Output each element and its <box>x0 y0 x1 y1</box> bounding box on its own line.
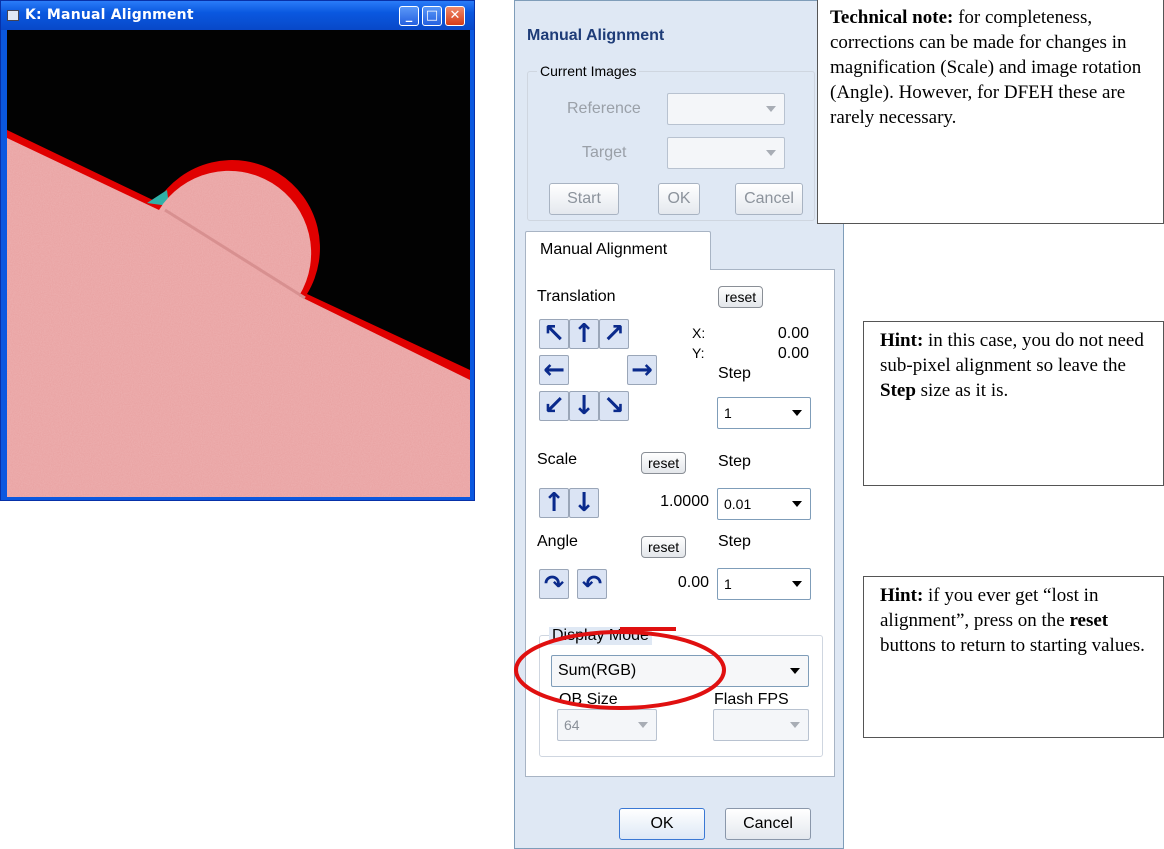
technical-note: Technical note: for completeness, correc… <box>817 0 1164 224</box>
hint-reset-bold-word: reset <box>1069 610 1109 631</box>
hint-reset-heading: Hint: <box>880 585 924 606</box>
hint-step-heading: Hint: <box>880 330 924 351</box>
hint-reset-text2: buttons to return to starting values. <box>880 635 1145 656</box>
hint-step-text2: size as it is. <box>915 380 1009 401</box>
technical-note-heading: Technical note: <box>830 7 954 28</box>
hint-step-note: Hint: in this case, you do not need sub-… <box>863 321 1164 486</box>
hint-reset-note: Hint: if you ever get “lost in alignment… <box>863 576 1164 738</box>
hint-step-bold-word: Step <box>880 380 916 401</box>
